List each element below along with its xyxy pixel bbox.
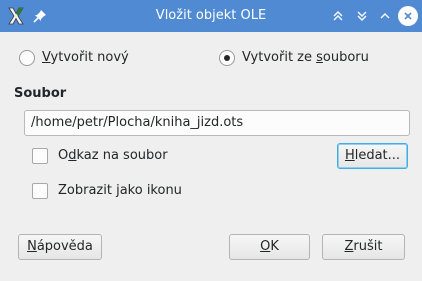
kde-x-icon[interactable] — [4, 0, 28, 32]
create-new-label-mnemonic: V — [42, 50, 51, 65]
display-as-icon-checkbox[interactable] — [32, 183, 48, 199]
cancel-button-post: rušit — [353, 239, 383, 254]
create-new-radio[interactable] — [19, 50, 35, 66]
keep-above-icon[interactable] — [328, 6, 348, 26]
help-button-mnemonic: N — [27, 239, 37, 254]
link-to-file-checkbox[interactable] — [32, 148, 48, 164]
link-to-file-label-mnemonic: d — [68, 148, 77, 163]
link-to-file-label[interactable]: Odkaz na soubor — [58, 148, 168, 164]
cancel-button[interactable]: Zrušit — [322, 234, 405, 260]
link-to-file-label-post: kaz na soubor — [76, 148, 168, 163]
create-new-label[interactable]: Vytvořit nový — [42, 50, 129, 66]
create-from-file-label[interactable]: Vytvořit ze souboru — [242, 50, 369, 66]
search-button-mnemonic: H — [344, 148, 355, 163]
dialog-content: Vytvořit nový Vytvořit ze souboru Soubor… — [0, 32, 422, 281]
create-from-file-label-post: ouboru — [322, 50, 369, 65]
help-button-post: ápověda — [36, 239, 93, 254]
search-button[interactable]: Hledat... — [337, 143, 408, 169]
ok-button[interactable]: OK — [229, 234, 310, 260]
pin-icon[interactable] — [30, 0, 50, 32]
keep-below-icon[interactable] — [352, 6, 372, 26]
maximize-icon[interactable] — [375, 6, 395, 26]
create-from-file-label-mnemonic: s — [316, 50, 323, 65]
display-as-icon-label[interactable]: Zobrazit jako ikonu — [58, 183, 182, 199]
title-bar[interactable]: Vložit objekt OLE — [0, 0, 422, 32]
create-from-file-radio[interactable] — [219, 50, 235, 66]
ok-button-post: K — [270, 239, 279, 254]
create-from-file-label-pre: Vytvořit ze — [242, 50, 317, 65]
help-button[interactable]: Nápověda — [18, 234, 102, 260]
create-new-label-post: ytvořit nový — [50, 50, 129, 65]
ok-button-mnemonic: O — [260, 239, 271, 254]
search-button-post: ledat... — [354, 148, 401, 163]
file-path-input[interactable]: /home/petr/Plocha/kniha_jizd.ots — [24, 110, 410, 136]
link-to-file-label-pre: O — [58, 148, 69, 163]
file-section-label: Soubor — [14, 86, 67, 101]
close-icon[interactable] — [398, 6, 418, 26]
